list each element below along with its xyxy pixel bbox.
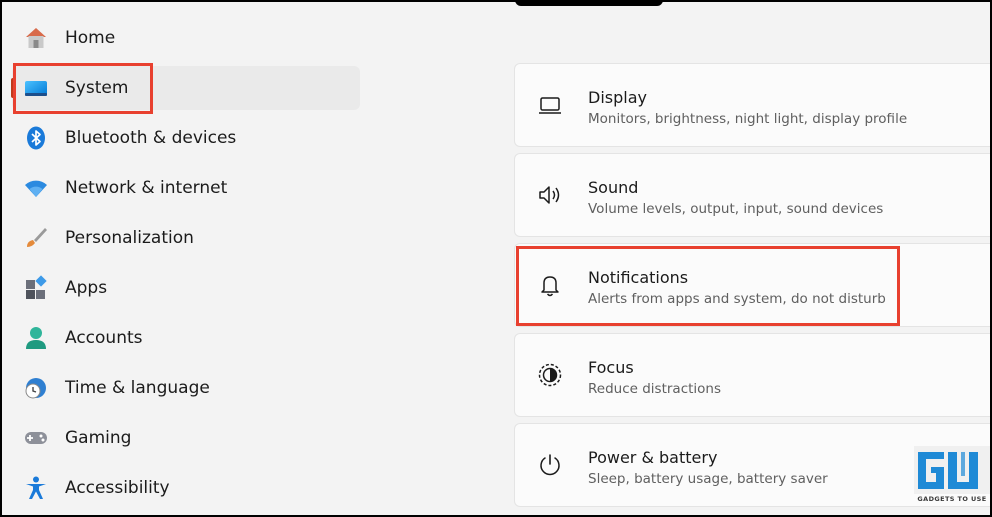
account-icon [22, 324, 50, 352]
sidebar-item-apps[interactable]: Apps [12, 266, 360, 310]
card-focus[interactable]: Focus Reduce distractions [514, 333, 990, 417]
brush-icon [22, 224, 50, 252]
sidebar-item-label: Time & language [65, 378, 210, 398]
clock-globe-icon [22, 374, 50, 402]
sidebar-item-label: Network & internet [65, 178, 228, 198]
home-icon [22, 24, 50, 52]
watermark-text: GADGETS TO USE [917, 495, 987, 503]
card-sound[interactable]: Sound Volume levels, output, input, soun… [514, 153, 990, 237]
sidebar-item-label: Bluetooth & devices [65, 128, 237, 148]
card-subtitle: Monitors, brightness, night light, displ… [588, 111, 908, 127]
sidebar-item-network[interactable]: Network & internet [12, 166, 360, 210]
card-display[interactable]: Display Monitors, brightness, night ligh… [514, 63, 990, 147]
sidebar-item-label: Personalization [65, 228, 194, 248]
sidebar-item-label: Accessibility [65, 478, 170, 498]
card-title: Sound [588, 178, 639, 197]
card-notifications[interactable]: Notifications Alerts from apps and syste… [514, 243, 990, 327]
card-title: Focus [588, 358, 634, 377]
power-icon [535, 450, 565, 480]
card-title: Display [588, 88, 647, 107]
sidebar-item-label: Accounts [65, 328, 143, 348]
accessibility-icon [22, 474, 50, 502]
card-subtitle: Volume levels, output, input, sound devi… [588, 201, 884, 217]
sidebar-item-label: Gaming [65, 428, 132, 448]
bluetooth-icon [22, 124, 50, 152]
wifi-icon [22, 174, 50, 202]
gadgets-to-use-logo: GADGETS TO USE [914, 446, 990, 508]
sidebar-item-label: Apps [65, 278, 108, 298]
card-title: Notifications [588, 268, 689, 287]
card-subtitle: Sleep, battery usage, battery saver [588, 471, 828, 487]
sidebar-item-system[interactable]: System [11, 66, 360, 110]
sidebar-item-home[interactable]: Home [12, 16, 360, 60]
window-top-notch [515, 2, 663, 6]
sidebar-item-gaming[interactable]: Gaming [12, 416, 360, 460]
apps-icon [22, 274, 50, 302]
bell-icon [535, 270, 565, 300]
sidebar-item-bluetooth[interactable]: Bluetooth & devices [12, 116, 360, 160]
speaker-icon [535, 180, 565, 210]
sidebar-item-label: System [65, 78, 129, 98]
card-title: Power & battery [588, 448, 718, 467]
sidebar-item-personalization[interactable]: Personalization [12, 216, 360, 260]
sidebar-item-accessibility[interactable]: Accessibility [12, 466, 360, 510]
sidebar-item-time-language[interactable]: Time & language [12, 366, 360, 410]
sidebar: Home System Bluetooth & devices Network … [2, 2, 372, 515]
monitor-icon [535, 90, 565, 120]
focus-icon [535, 360, 565, 390]
gamepad-icon [22, 424, 50, 452]
card-subtitle: Alerts from apps and system, do not dist… [588, 291, 886, 307]
system-icon [22, 74, 50, 102]
settings-window: Home System Bluetooth & devices Network … [2, 2, 990, 515]
sidebar-item-accounts[interactable]: Accounts [12, 316, 360, 360]
active-indicator [11, 78, 15, 98]
sidebar-item-label: Home [65, 28, 116, 48]
card-subtitle: Reduce distractions [588, 381, 722, 397]
